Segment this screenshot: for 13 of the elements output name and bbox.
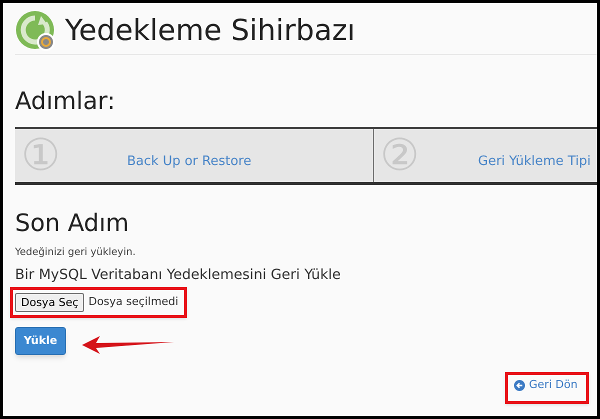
page-title: Yedekleme Sihirbazı	[65, 16, 356, 45]
file-status: Dosya seçilmedi	[88, 294, 178, 310]
section-title: Son Adım	[15, 211, 130, 235]
backup-wizard-icon	[15, 10, 57, 52]
section-description: Yedeğinizi geri yükleyin.	[15, 246, 136, 260]
back-arrow-icon	[514, 380, 525, 391]
choose-file-button[interactable]: Dosya Seç	[15, 293, 84, 312]
back-link[interactable]: Geri Dön	[514, 377, 578, 394]
steps-heading: Adımlar:	[15, 89, 116, 113]
section-subtitle: Bir MySQL Veritabanı Yedeklemesini Geri Yükle	[15, 266, 341, 285]
step-link[interactable]: Geri Yükleme Tipi	[478, 152, 591, 172]
step-link[interactable]: Back Up or Restore	[127, 152, 252, 172]
upload-button[interactable]: Yükle	[15, 327, 66, 355]
